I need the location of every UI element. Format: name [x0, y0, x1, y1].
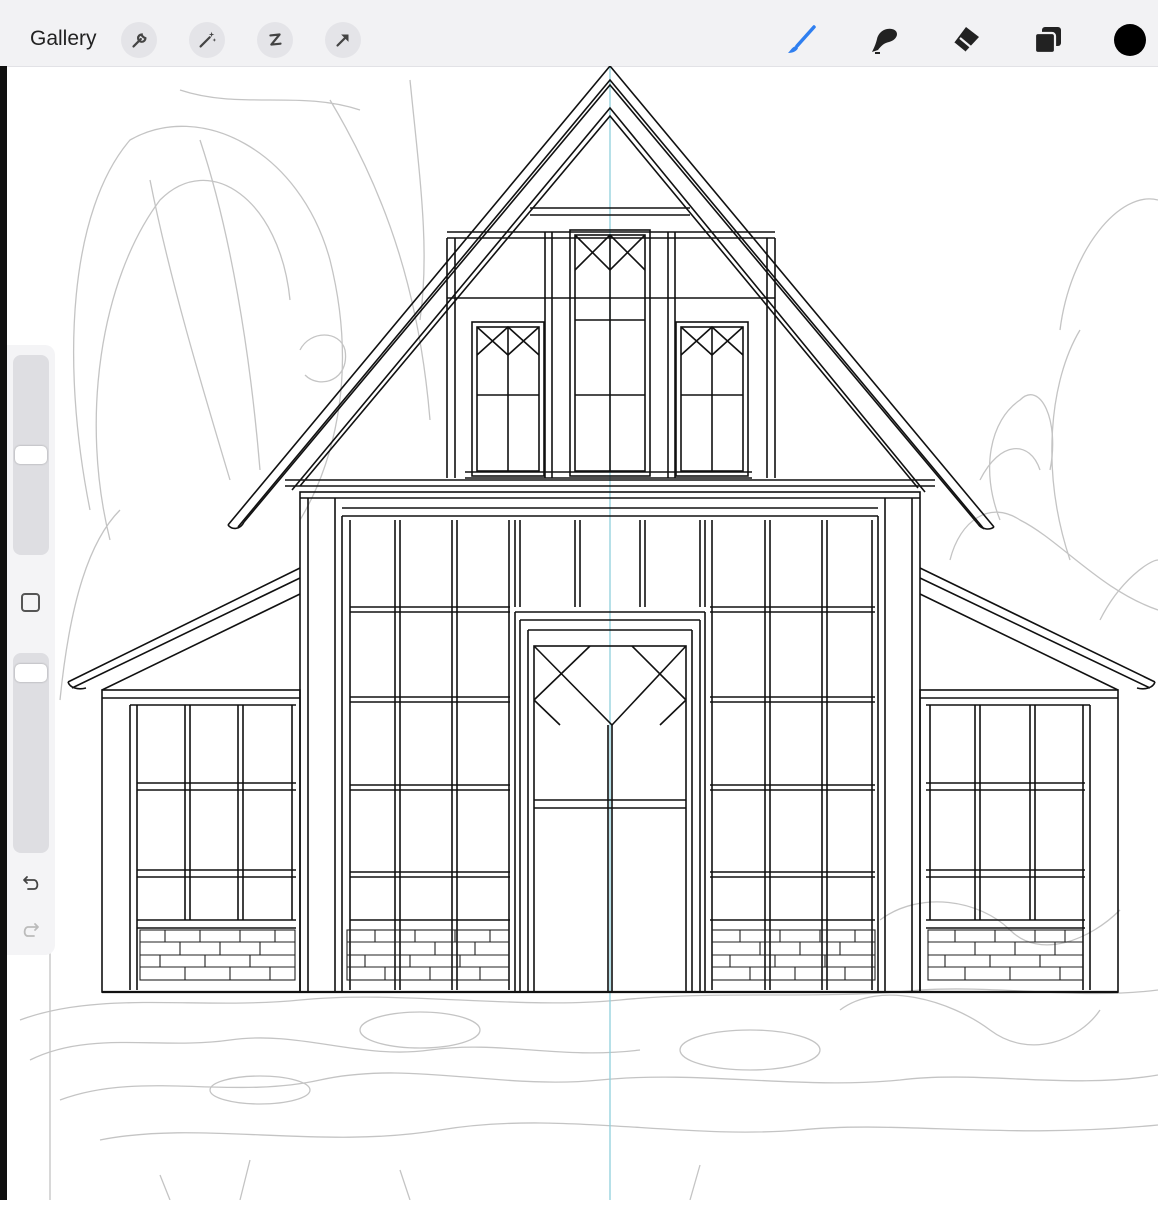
actions-button[interactable] [121, 22, 157, 58]
opacity-slider[interactable] [13, 653, 49, 853]
magic-wand-icon [199, 31, 217, 48]
house-drawing [19, 64, 1158, 1201]
eraser-tool[interactable] [946, 20, 986, 60]
brush-icon [788, 25, 816, 53]
redo-icon[interactable] [19, 918, 43, 942]
top-toolbar: Gallery [0, 0, 1158, 67]
screen-edge [0, 66, 7, 1200]
transform-button[interactable] [325, 22, 361, 58]
gallery-button[interactable]: Gallery [30, 27, 97, 51]
layers-icon [1033, 27, 1061, 55]
selection-button[interactable] [257, 22, 293, 58]
layers-tool[interactable] [1028, 20, 1068, 60]
smudge-icon [872, 28, 897, 54]
adjustments-button[interactable] [189, 22, 225, 58]
undo-icon[interactable] [19, 871, 43, 895]
modify-square-icon[interactable] [21, 593, 40, 612]
window-grid-left [349, 520, 510, 990]
window-grid-right [710, 520, 875, 990]
transform-arrow-icon [336, 34, 349, 47]
left-sidebar [7, 345, 55, 955]
brush-size-slider[interactable] [13, 355, 49, 555]
drawing-canvas[interactable] [7, 64, 1158, 1201]
smudge-tool[interactable] [864, 20, 904, 60]
color-picker-button[interactable] [1114, 24, 1146, 56]
opacity-thumb[interactable] [15, 664, 47, 682]
eraser-icon [953, 27, 979, 53]
house-outline [67, 64, 1156, 994]
selection-icon [269, 33, 282, 46]
brush-size-thumb[interactable] [15, 446, 47, 464]
brush-tool[interactable] [782, 20, 822, 60]
wrench-icon [132, 33, 147, 48]
